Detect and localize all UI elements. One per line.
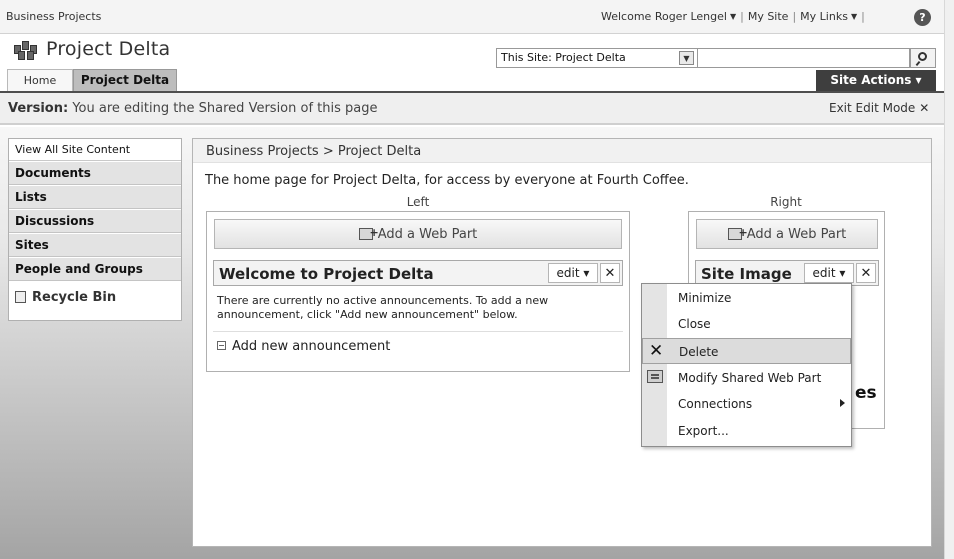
site-actions-button[interactable]: Site Actions ▾ <box>816 70 936 91</box>
parent-site-link[interactable]: Business Projects <box>6 10 101 23</box>
search-scope-select[interactable]: This Site: Project Delta ▼ <box>496 48 698 68</box>
breadcrumb[interactable]: Business Projects > Project Delta <box>206 144 421 159</box>
add-new-announcement-label: Add new announcement <box>232 339 391 354</box>
separator: | <box>740 10 744 23</box>
menu-item-connections[interactable]: Connections <box>642 391 851 417</box>
search-input[interactable] <box>698 48 910 68</box>
help-icon[interactable]: ? <box>914 9 931 26</box>
menu-item-label: Delete <box>679 345 719 359</box>
search-icon-handle <box>915 60 921 67</box>
search-scope-value: This Site: Project Delta <box>501 51 626 64</box>
web-part-close-icon[interactable]: ✕ <box>856 263 876 283</box>
web-part-close-icon[interactable]: ✕ <box>600 263 620 283</box>
site-logo-icon <box>14 41 38 61</box>
my-links-menu[interactable]: My Links ▼ <box>800 10 857 23</box>
nav-heading-discussions[interactable]: Discussions <box>9 210 181 233</box>
menu-item-export[interactable]: Export... <box>642 418 851 444</box>
version-label: Version: <box>8 101 69 116</box>
tab-project-delta[interactable]: Project Delta <box>73 69 177 91</box>
nav-heading-documents[interactable]: Documents <box>9 162 181 185</box>
separator: | <box>861 10 865 23</box>
add-web-part-button-left[interactable]: Add a Web Part <box>214 218 622 249</box>
version-text: You are editing the Shared Version of th… <box>72 101 378 116</box>
edit-version-notice: Version: You are editing the Shared Vers… <box>8 101 378 116</box>
menu-item-modify-shared-web-part[interactable]: Modify Shared Web Part <box>642 365 851 391</box>
separator: | <box>792 10 797 23</box>
my-site-link[interactable]: My Site <box>748 10 789 23</box>
web-part-welcome-header: Welcome to Project Delta edit ▾ ✕ <box>213 260 623 286</box>
add-web-part-button-right[interactable]: Add a Web Part <box>696 218 878 249</box>
welcome-menu[interactable]: Welcome Roger Lengel ▼ <box>601 10 736 23</box>
site-title[interactable]: Project Delta <box>46 38 170 60</box>
menu-item-label: Modify Shared Web Part <box>678 371 822 385</box>
menu-item-close[interactable]: Close <box>642 311 851 337</box>
add-web-part-icon <box>358 218 379 247</box>
zone-right-label: Right <box>770 195 802 209</box>
search-icon <box>918 52 927 61</box>
vertical-scrollbar[interactable] <box>944 0 954 559</box>
welcome-chevron-down-icon: ▼ <box>729 12 737 21</box>
menu-item-label: Export... <box>678 424 729 438</box>
my-links-chevron-down-icon: ▼ <box>850 12 858 21</box>
add-item-icon <box>217 341 226 350</box>
divider <box>213 331 623 332</box>
announcements-empty-text: There are currently no active announceme… <box>217 294 549 321</box>
modify-web-part-icon <box>647 370 663 383</box>
menu-item-minimize[interactable]: Minimize <box>642 285 851 311</box>
page-description: The home page for Project Delta, for acc… <box>205 173 689 188</box>
top-links: Welcome Roger Lengel ▼ | My Site | My Links ▼ | <box>601 10 869 23</box>
web-part-title: Site Image <box>701 265 792 283</box>
exit-edit-label: Exit Edit Mode <box>829 101 916 115</box>
add-web-part-label: Add a Web Part <box>377 227 478 242</box>
site-image-partial-text: es <box>855 383 877 403</box>
exit-edit-mode-link[interactable]: Exit Edit Mode ✕ <box>829 101 929 115</box>
recycle-bin-link[interactable]: Recycle Bin <box>9 287 181 309</box>
menu-item-label: Connections <box>678 397 753 411</box>
add-web-part-icon <box>727 218 748 247</box>
nav-heading-lists[interactable]: Lists <box>9 186 181 209</box>
menu-item-label: Minimize <box>678 291 732 305</box>
recycle-bin-label: Recycle Bin <box>32 290 117 305</box>
menu-item-label: Close <box>678 317 711 331</box>
chevron-down-icon[interactable]: ▼ <box>679 51 694 65</box>
add-web-part-label: Add a Web Part <box>746 227 847 242</box>
nav-heading-people-and-groups[interactable]: People and Groups <box>9 258 181 281</box>
view-all-site-content-link[interactable]: View All Site Content <box>9 139 181 161</box>
zone-left-label: Left <box>406 195 430 209</box>
web-part-edit-menu-button[interactable]: edit ▾ <box>804 263 854 283</box>
my-links-label: My Links <box>800 10 848 23</box>
delete-icon: ✕ <box>649 341 664 361</box>
tab-home[interactable]: Home <box>7 69 73 91</box>
add-new-announcement-link[interactable]: Add new announcement <box>217 339 390 354</box>
web-part-edit-menu-button[interactable]: edit ▾ <box>548 263 598 283</box>
welcome-label: Welcome Roger Lengel <box>601 10 727 23</box>
search-button[interactable] <box>910 48 936 68</box>
recycle-bin-icon <box>15 291 26 303</box>
submenu-arrow-icon <box>840 399 845 407</box>
nav-heading-sites[interactable]: Sites <box>9 234 181 257</box>
menu-item-delete[interactable]: ✕ Delete <box>642 338 851 364</box>
web-part-title: Welcome to Project Delta <box>219 265 434 283</box>
close-icon: ✕ <box>919 101 930 115</box>
